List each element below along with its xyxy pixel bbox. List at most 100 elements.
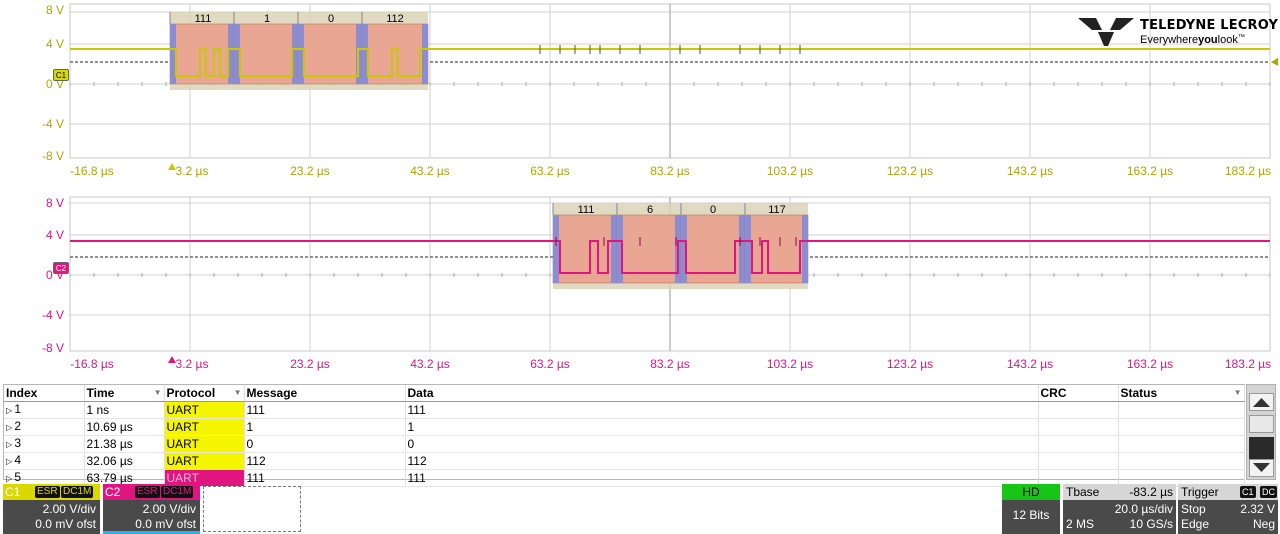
timebase-box[interactable]: Tbase -83.2 µs 20.0 µs/div 2 MS 10 GS/s [1063,484,1176,534]
table-row[interactable]: ▷ 11 ns UART 111 111 [4,401,1245,419]
logo-mark-icon [1078,18,1134,46]
decode-stop-bit [422,24,428,84]
decode-label: 111 [577,204,595,216]
row-message: 0 [244,435,406,453]
x-tick: 23.2 µs [290,164,330,178]
table-row[interactable]: ▷ 4 32.06 µs UART 112 112 [4,452,1245,470]
row-time: 32.06 µs [84,452,165,470]
empty-channel-slot[interactable] [203,486,301,532]
logo-tagline: Everywhereyoulook™ [1140,34,1245,46]
trigger-mode: Stop [1181,502,1206,516]
trigger-coupling-badge: DC [1260,486,1277,498]
row-protocol: UART [164,401,245,419]
c2-vdiv: 2.00 V/div [142,502,196,516]
col-data[interactable]: Data [405,385,1039,402]
c2-channel-box[interactable]: C2 ESR DC1M 2.00 V/div 0.0 mV ofst [103,484,200,534]
row-index: ▷ 2 [4,418,85,436]
row-status [1118,401,1245,419]
col-message[interactable]: Message [244,385,406,402]
decode-label: 117 [768,204,786,216]
trigger-source-badge: C1 [1240,486,1256,498]
row-protocol: UART [164,418,245,436]
y-tick: 8 V [45,3,64,17]
y-tick: -8 V [41,341,64,355]
x-tick: -16.8 µs [70,357,114,371]
decode-table[interactable]: Index Time ▼ Protocol ▼ Message Data CRC S… [3,384,1245,487]
waveform-panel-c1[interactable]: 8 V 4 V 0 V -4 V -8 V C1 -16.8 µs 3.2 µs… [0,0,1280,180]
waveform-panel-c2[interactable]: 8 V 4 V 0 V -4 V -8 V C2 -16.8 µs 3.2 µs… [0,193,1280,373]
c2-zero-marker[interactable]: C2 [53,262,69,274]
row-message: 111 [244,469,406,487]
x-tick: 3.2 µs [175,357,209,371]
hd-badge: HD [1002,484,1060,500]
c2-name: C2 [105,485,121,499]
row-message: 1 [244,418,406,436]
row-protocol: UART [164,452,245,470]
scroll-track[interactable] [1249,415,1274,433]
x-tick: 23.2 µs [290,357,330,371]
row-data: 1 [405,418,1039,436]
sort-down-icon[interactable]: ▼ [234,386,242,400]
sort-down-icon[interactable]: ▼ [1234,386,1242,400]
row-status [1118,418,1245,436]
col-index[interactable]: Index [4,385,85,402]
decode-label: 112 [386,13,404,25]
x-tick: 163.2 µs [1126,357,1174,371]
timebase-rate: 10 GS/s [1129,517,1173,531]
row-crc [1038,401,1119,419]
row-status [1118,435,1245,453]
decode-label: 0 [327,13,335,25]
y-tick: -4 V [41,308,64,322]
row-message: 112 [244,452,406,470]
x-tick: 123.2 µs [886,357,934,371]
arrow-up-icon [1253,398,1270,407]
x-tick: 43.2 µs [410,357,450,371]
c1-offset: 0.0 mV ofst [35,517,96,531]
timebase-delay: -83.2 µs [1129,485,1173,499]
x-tick: 83.2 µs [650,357,690,371]
row-data: 0 [405,435,1039,453]
table-scrollbar[interactable] [1246,384,1276,480]
trigger-type: Edge [1181,517,1210,531]
x-tick: 63.2 µs [530,357,570,371]
y-tick: 4 V [45,228,64,242]
timebase-points: 2 MS [1066,517,1095,531]
x-tick: 183.2 µs [1224,164,1272,178]
decode-label: 111 [194,13,212,25]
decode-stop-bit [739,215,745,283]
x-tick: 143.2 µs [1006,164,1054,178]
trigger-level: 2.32 V [1240,502,1275,516]
decode-label: 6 [646,204,654,216]
sort-down-icon[interactable]: ▼ [154,386,162,400]
x-tick: 3.2 µs [175,164,209,178]
col-protocol[interactable]: Protocol ▼ [164,385,245,402]
trigger-box[interactable]: Trigger C1 DC Stop 2.32 V Edge Neg [1178,484,1278,534]
x-tick: 183.2 µs [1224,357,1272,371]
col-crc[interactable]: CRC [1038,385,1119,402]
x-tick: 163.2 µs [1126,164,1174,178]
x-tick: 103.2 µs [766,164,814,178]
decode-stop-bit [802,215,808,283]
scroll-up-button[interactable] [1249,393,1274,411]
x-tick: -16.8 µs [70,164,114,178]
table-row[interactable]: ▷ 2 10.69 µs UART 1 1 [4,418,1245,436]
timebase-label: Tbase [1066,485,1100,499]
c1-channel-box[interactable]: C1 ESR DC1M 2.00 V/div 0.0 mV ofst [3,484,100,534]
x-tick: 43.2 µs [410,164,450,178]
y-tick: 8 V [45,196,64,210]
col-status[interactable]: Status ▼ [1118,385,1245,402]
c1-zero-marker[interactable]: C1 [53,69,69,81]
col-time[interactable]: Time ▼ [84,385,165,402]
scroll-thumb[interactable] [1249,437,1274,461]
logo-brand: TELEDYNE LECROY [1140,18,1279,33]
scroll-down-button[interactable] [1249,459,1274,477]
row-message: 111 [244,401,406,419]
coupling-badge: DC1M [161,486,194,498]
row-index: ▷ 3 [4,435,85,453]
row-protocol: UART [164,435,245,453]
row-data: 111 [405,469,1039,487]
row-crc [1038,435,1119,453]
table-row[interactable]: ▷ 3 21.38 µs UART 0 0 [4,435,1245,453]
row-data: 112 [405,452,1039,470]
hd-box[interactable]: HD 12 Bits [1002,484,1060,534]
